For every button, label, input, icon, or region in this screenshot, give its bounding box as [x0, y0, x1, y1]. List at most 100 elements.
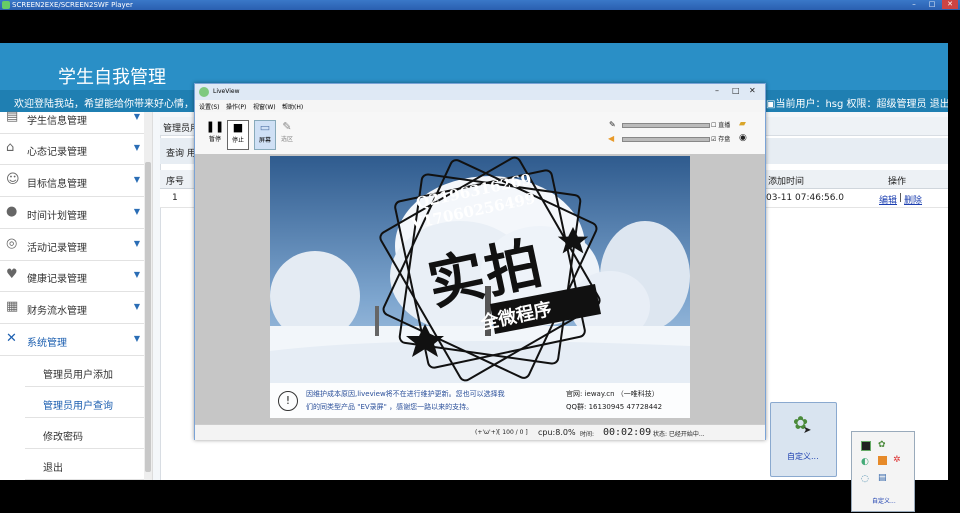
chevron-down-icon: ▼ — [133, 334, 140, 343]
chat-icon: ◎ — [6, 236, 18, 251]
monitor-icon: ▭ — [259, 121, 271, 134]
sidebar-item-goals[interactable]: ☺ 目标信息管理 ▼ — [0, 165, 144, 197]
menu-help[interactable]: 帮助(H) — [282, 102, 303, 111]
tools-icon: ✕ — [6, 331, 17, 346]
notice-qq: QQ群: 16130945 47728442 — [566, 403, 663, 411]
tray-orange-icon[interactable] — [878, 456, 887, 465]
custom-link-1[interactable]: 自定义... — [787, 451, 819, 462]
tray-cloud-icon[interactable]: ◌ — [861, 474, 869, 484]
chevron-down-icon: ▼ — [133, 175, 140, 184]
row-index: 1 — [172, 193, 178, 203]
liveview-logo-icon — [199, 87, 209, 97]
pause-label: 暂停 — [208, 136, 221, 143]
chevron-down-icon: ▼ — [133, 270, 140, 279]
submenu-label: 退出 — [43, 463, 63, 474]
select-region-button[interactable]: ✎ 选区 — [277, 120, 297, 148]
pause-button[interactable]: ❚❚ 暂停 — [205, 120, 225, 148]
live-checkbox[interactable]: ☐ 直播 — [711, 120, 730, 129]
pause-icon: ❚❚ — [205, 120, 225, 133]
cursor-icon: ➤ — [803, 425, 812, 436]
menu-window[interactable]: 视窗(W) — [253, 102, 276, 111]
chevron-down-icon: ▼ — [133, 207, 140, 216]
live-label: 直播 — [718, 122, 731, 129]
liveview-menubar: 设置(S) 操作(P) 视窗(W) 帮助(H) — [195, 100, 765, 112]
users-icon: ☺ — [6, 172, 20, 187]
submenu-admin-query[interactable]: 管理员用户查询 — [25, 387, 144, 418]
custom-popup[interactable]: ✿ ➤ 自定义... — [770, 402, 837, 477]
tray-network-icon[interactable]: ◐ — [861, 457, 869, 467]
save-checkbox[interactable]: ☑ 存盘 — [711, 134, 730, 143]
menu-settings[interactable]: 设置(S) — [199, 102, 220, 111]
save-label: 存盘 — [718, 136, 731, 143]
sidebar: ▤ 学生信息管理 ▼ ⌂ 心态记录管理 ▼ ☺ 目标信息管理 ▼ ● 时间计划管… — [0, 110, 153, 480]
col-index: 序号 — [166, 177, 185, 187]
sidebar-item-finance[interactable]: ▦ 财务流水管理 ▼ — [0, 292, 144, 324]
tray-window-icon[interactable]: ▤ — [878, 473, 887, 483]
frame-counter: (+'ω'+)[ 100 / 0 ] — [475, 429, 528, 436]
delete-link[interactable]: 删除 — [904, 193, 922, 206]
edit-link[interactable]: 编辑 — [879, 193, 897, 206]
user-card-icon: ▤ — [6, 109, 19, 124]
op-separator: | — [899, 193, 903, 203]
chevron-down-icon: ▼ — [133, 239, 140, 248]
stop-button[interactable]: ■ 停止 — [227, 120, 249, 150]
tray-liveview-icon[interactable]: ✿ — [878, 440, 886, 450]
watermark-stamp: Q2196316269 V17060256499 实拍 全微程序 — [375, 154, 605, 394]
submenu-label: 修改密码 — [43, 432, 83, 443]
chevron-down-icon: ▼ — [133, 302, 140, 311]
notice-site[interactable]: 官网: ieway.cn （一唯科技） — [566, 389, 659, 399]
submenu-label: 管理员用户添加 — [43, 370, 113, 381]
sidebar-item-mood[interactable]: ⌂ 心态记录管理 ▼ — [0, 133, 144, 165]
liveview-titlebar: LiveView – □ ✕ — [195, 84, 765, 100]
speaker-icon: ◀ — [608, 134, 615, 143]
sidebar-item-student-info[interactable]: ▤ 学生信息管理 ▼ — [0, 102, 144, 134]
elapsed-time: 00:02:09 — [603, 427, 652, 438]
lv-close-icon[interactable]: ✕ — [749, 86, 756, 95]
letterbox-right — [948, 43, 960, 480]
stop-icon: ■ — [232, 121, 244, 134]
briefcase-icon: ▦ — [6, 299, 19, 314]
volume-slider-2[interactable] — [622, 137, 710, 142]
liveview-toolbar: ❚❚ 暂停 ■ 停止 ▭ 屏幕 ✎ 选区 ✎ ◀ ☐ 直播 ☑ 存盘 ▰ ◉ — [195, 112, 765, 155]
chevron-down-icon: ▼ — [133, 143, 140, 152]
sidebar-item-time-plan[interactable]: ● 时间计划管理 ▼ — [0, 197, 144, 229]
notice-text-1: 因维护成本原因,liveview将不在进行维护更新。您也可以选择我 — [306, 390, 505, 398]
sidebar-item-label: 时间计划管理 — [27, 211, 87, 222]
notice-text-2: 们的同类型产品 "EV录屏" ，感谢您一路以来的支持。 — [306, 403, 474, 411]
maintenance-notice: ! 因维护成本原因,liveview将不在进行维护更新。您也可以选择我 们的同类… — [270, 383, 690, 418]
tray-app-icon[interactable] — [861, 441, 871, 451]
tray-popup: ✿ ◐ ✲ ◌ ▤ 自定义... — [851, 431, 915, 512]
stop-label: 停止 — [231, 137, 244, 144]
submenu-logout[interactable]: 退出 — [25, 449, 144, 480]
sidebar-item-label: 财务流水管理 — [27, 306, 87, 317]
maximize-icon[interactable]: □ — [924, 0, 940, 9]
select-label: 选区 — [280, 136, 293, 143]
row-add-time: 03-11 07:46:56.0 — [766, 193, 845, 203]
menu-operate[interactable]: 操作(P) — [226, 102, 246, 111]
screen-button[interactable]: ▭ 屏幕 — [254, 120, 276, 150]
sidebar-item-label: 目标信息管理 — [27, 179, 87, 190]
sidebar-item-activity[interactable]: ◎ 活动记录管理 ▼ — [0, 229, 144, 261]
user-info-text[interactable]: 当前用户：hsg 权限：超级管理员 退出 — [775, 99, 948, 110]
sidebar-item-system[interactable]: ✕ 系统管理 ▼ — [0, 324, 144, 356]
record-state: 状态: 已经开始中... — [653, 431, 705, 438]
submenu-label: 管理员用户查询 — [43, 401, 113, 412]
submenu-change-password[interactable]: 修改密码 — [25, 418, 144, 449]
liveview-title: LiveView — [213, 88, 240, 95]
close-icon[interactable]: ✕ — [942, 0, 958, 9]
submenu-admin-add[interactable]: 管理员用户添加 — [25, 356, 144, 387]
sidebar-item-label: 活动记录管理 — [27, 243, 87, 254]
tray-gear-icon[interactable]: ✲ — [893, 455, 901, 465]
pen-icon: ✎ — [609, 120, 616, 129]
eye-icon[interactable]: ◉ — [739, 133, 747, 143]
sidebar-item-health[interactable]: ♥ 健康记录管理 ▼ — [0, 260, 144, 292]
lv-minimize-icon[interactable]: – — [715, 86, 719, 95]
custom-link-2[interactable]: 自定义... — [872, 496, 896, 505]
sidebar-item-label: 健康记录管理 — [27, 274, 87, 285]
folder-icon[interactable]: ▰ — [739, 119, 746, 129]
volume-slider-1[interactable] — [622, 123, 710, 128]
lv-maximize-icon[interactable]: □ — [732, 86, 740, 95]
info-icon: ! — [278, 391, 298, 411]
sidebar-scroll-thumb[interactable] — [145, 162, 151, 472]
minimize-icon[interactable]: – — [906, 0, 922, 9]
